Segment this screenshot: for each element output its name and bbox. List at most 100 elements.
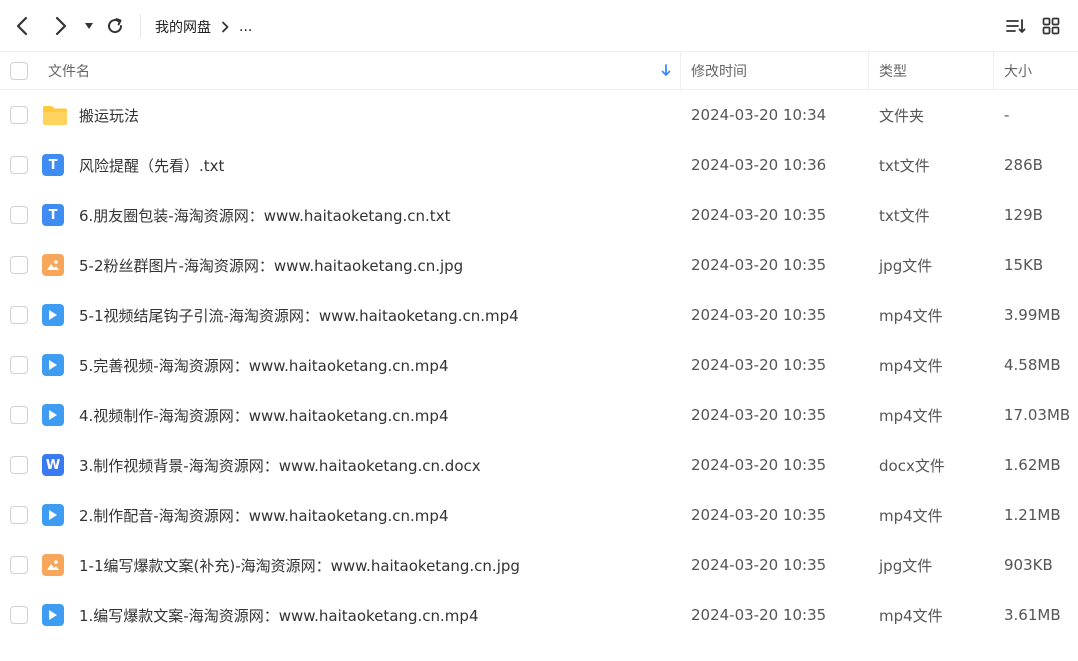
breadcrumb-item-root[interactable]: 我的网盘: [155, 17, 211, 37]
grid-view-button[interactable]: [1040, 12, 1062, 40]
file-modified-time: 2024-03-20 10:35: [691, 206, 827, 224]
row-checkbox[interactable]: [10, 456, 28, 474]
file-name[interactable]: 2.制作配音-海淘资源网：www.haitaoketang.cn.mp4: [79, 490, 449, 540]
file-name[interactable]: 5.完善视频-海淘资源网：www.haitaoketang.cn.mp4: [79, 340, 449, 390]
file-name[interactable]: 4.视频制作-海淘资源网：www.haitaoketang.cn.mp4: [79, 390, 449, 440]
column-header-name[interactable]: 文件名: [48, 52, 90, 90]
refresh-icon: [108, 18, 123, 34]
row-checkbox[interactable]: [10, 356, 28, 374]
file-type: mp4文件: [879, 356, 943, 375]
file-type: mp4文件: [879, 606, 943, 625]
file-modified-time: 2024-03-20 10:35: [691, 556, 827, 574]
file-type: jpg文件: [879, 556, 933, 575]
file-modified-time: 2024-03-20 10:36: [691, 156, 827, 174]
column-divider[interactable]: [680, 52, 681, 90]
file-name[interactable]: 风险提醒（先看）.txt: [79, 140, 224, 190]
sort-descending-icon[interactable]: [660, 52, 672, 90]
column-header-type[interactable]: 类型: [879, 52, 907, 90]
chevron-right-icon: [55, 16, 67, 36]
sort-list-icon: [1006, 19, 1026, 33]
file-name[interactable]: 1-1编写爆款文案(补充)-海淘资源网：www.haitaoketang.cn.…: [79, 540, 520, 590]
video-file-icon: [42, 354, 64, 376]
file-size: 3.61MB: [1004, 606, 1061, 624]
select-all-checkbox[interactable]: [10, 62, 28, 80]
column-header-size[interactable]: 大小: [1004, 52, 1032, 90]
row-checkbox[interactable]: [10, 106, 28, 124]
row-checkbox[interactable]: [10, 506, 28, 524]
file-size: 15KB: [1004, 256, 1044, 274]
file-name[interactable]: 5-2粉丝群图片-海淘资源网：www.haitaoketang.cn.jpg: [79, 240, 463, 290]
file-row[interactable]: 搬运玩法 2024-03-20 10:34 文件夹 -: [0, 90, 1078, 140]
chevron-left-icon: [16, 16, 28, 36]
file-modified-time: 2024-03-20 10:35: [691, 256, 827, 274]
word-file-icon: W: [42, 454, 64, 476]
file-type: mp4文件: [879, 406, 943, 425]
file-list: 搬运玩法 2024-03-20 10:34 文件夹 - T 风险提醒（先看）.txt 202…: [0, 90, 1078, 640]
txt-file-icon: T: [42, 154, 64, 176]
file-modified-time: 2024-03-20 10:35: [691, 406, 827, 424]
grid-view-icon: [1042, 17, 1060, 35]
file-size: 129B: [1004, 206, 1043, 224]
column-divider[interactable]: [868, 52, 869, 90]
file-name[interactable]: 1.编写爆款文案-海淘资源网：www.haitaoketang.cn.mp4: [79, 590, 479, 640]
file-modified-time: 2024-03-20 10:35: [691, 356, 827, 374]
row-checkbox[interactable]: [10, 156, 28, 174]
file-size: 3.99MB: [1004, 306, 1061, 324]
file-name[interactable]: 3.制作视频背景-海淘资源网：www.haitaoketang.cn.docx: [79, 440, 481, 490]
toolbar-divider: [140, 14, 141, 38]
file-row[interactable]: 5-1视频结尾钩子引流-海淘资源网：www.haitaoketang.cn.mp…: [0, 290, 1078, 340]
video-file-icon: [42, 404, 64, 426]
file-modified-time: 2024-03-20 10:34: [691, 106, 827, 124]
row-checkbox[interactable]: [10, 256, 28, 274]
folder-icon: [42, 104, 67, 126]
breadcrumb: 我的网盘 ...: [155, 15, 252, 39]
forward-button[interactable]: [50, 12, 72, 40]
row-checkbox[interactable]: [10, 606, 28, 624]
file-row[interactable]: 1-1编写爆款文案(补充)-海淘资源网：www.haitaoketang.cn.…: [0, 540, 1078, 590]
column-divider[interactable]: [993, 52, 994, 90]
file-modified-time: 2024-03-20 10:35: [691, 606, 827, 624]
file-modified-time: 2024-03-20 10:35: [691, 456, 827, 474]
file-modified-time: 2024-03-20 10:35: [691, 506, 827, 524]
video-file-icon: [42, 304, 64, 326]
file-type: 文件夹: [879, 106, 925, 125]
row-checkbox[interactable]: [10, 206, 28, 224]
file-row[interactable]: 1.编写爆款文案-海淘资源网：www.haitaoketang.cn.mp4 20…: [0, 590, 1078, 640]
file-type: docx文件: [879, 456, 945, 475]
file-size: -: [1004, 106, 1010, 124]
file-type: mp4文件: [879, 306, 943, 325]
file-type: jpg文件: [879, 256, 933, 275]
caret-down-icon: [85, 23, 93, 29]
row-checkbox[interactable]: [10, 406, 28, 424]
file-size: 286B: [1004, 156, 1043, 174]
file-type: mp4文件: [879, 506, 943, 525]
row-checkbox[interactable]: [10, 556, 28, 574]
file-name[interactable]: 5-1视频结尾钩子引流-海淘资源网：www.haitaoketang.cn.mp…: [79, 290, 519, 340]
column-header-modified[interactable]: 修改时间: [691, 52, 747, 90]
video-file-icon: [42, 604, 64, 626]
history-dropdown-button[interactable]: [82, 12, 96, 40]
file-type: txt文件: [879, 206, 930, 225]
file-name[interactable]: 搬运玩法: [79, 90, 139, 140]
breadcrumb-item-more[interactable]: ...: [239, 19, 252, 35]
image-file-icon: [42, 554, 64, 576]
file-row[interactable]: 4.视频制作-海淘资源网：www.haitaoketang.cn.mp4 2024…: [0, 390, 1078, 440]
refresh-button[interactable]: [104, 12, 126, 40]
file-row[interactable]: 5-2粉丝群图片-海淘资源网：www.haitaoketang.cn.jpg 20…: [0, 240, 1078, 290]
file-size: 903KB: [1004, 556, 1053, 574]
file-row[interactable]: 5.完善视频-海淘资源网：www.haitaoketang.cn.mp4 2024…: [0, 340, 1078, 390]
file-row[interactable]: T 风险提醒（先看）.txt 2024-03-20 10:36 txt文件 286B: [0, 140, 1078, 190]
file-name[interactable]: 6.朋友圈包装-海淘资源网：www.haitaoketang.cn.txt: [79, 190, 450, 240]
file-row[interactable]: T 6.朋友圈包装-海淘资源网：www.haitaoketang.cn.txt 20…: [0, 190, 1078, 240]
back-button[interactable]: [10, 12, 34, 40]
row-checkbox[interactable]: [10, 306, 28, 324]
breadcrumb-separator-icon: [221, 21, 229, 33]
file-type: txt文件: [879, 156, 930, 175]
file-size: 4.58MB: [1004, 356, 1061, 374]
sort-button[interactable]: [1003, 12, 1029, 40]
file-size: 1.62MB: [1004, 456, 1061, 474]
txt-file-icon: T: [42, 204, 64, 226]
file-row[interactable]: W 3.制作视频背景-海淘资源网：www.haitaoketang.cn.docx…: [0, 440, 1078, 490]
file-row[interactable]: 2.制作配音-海淘资源网：www.haitaoketang.cn.mp4 2024…: [0, 490, 1078, 540]
file-size: 17.03MB: [1004, 406, 1071, 424]
